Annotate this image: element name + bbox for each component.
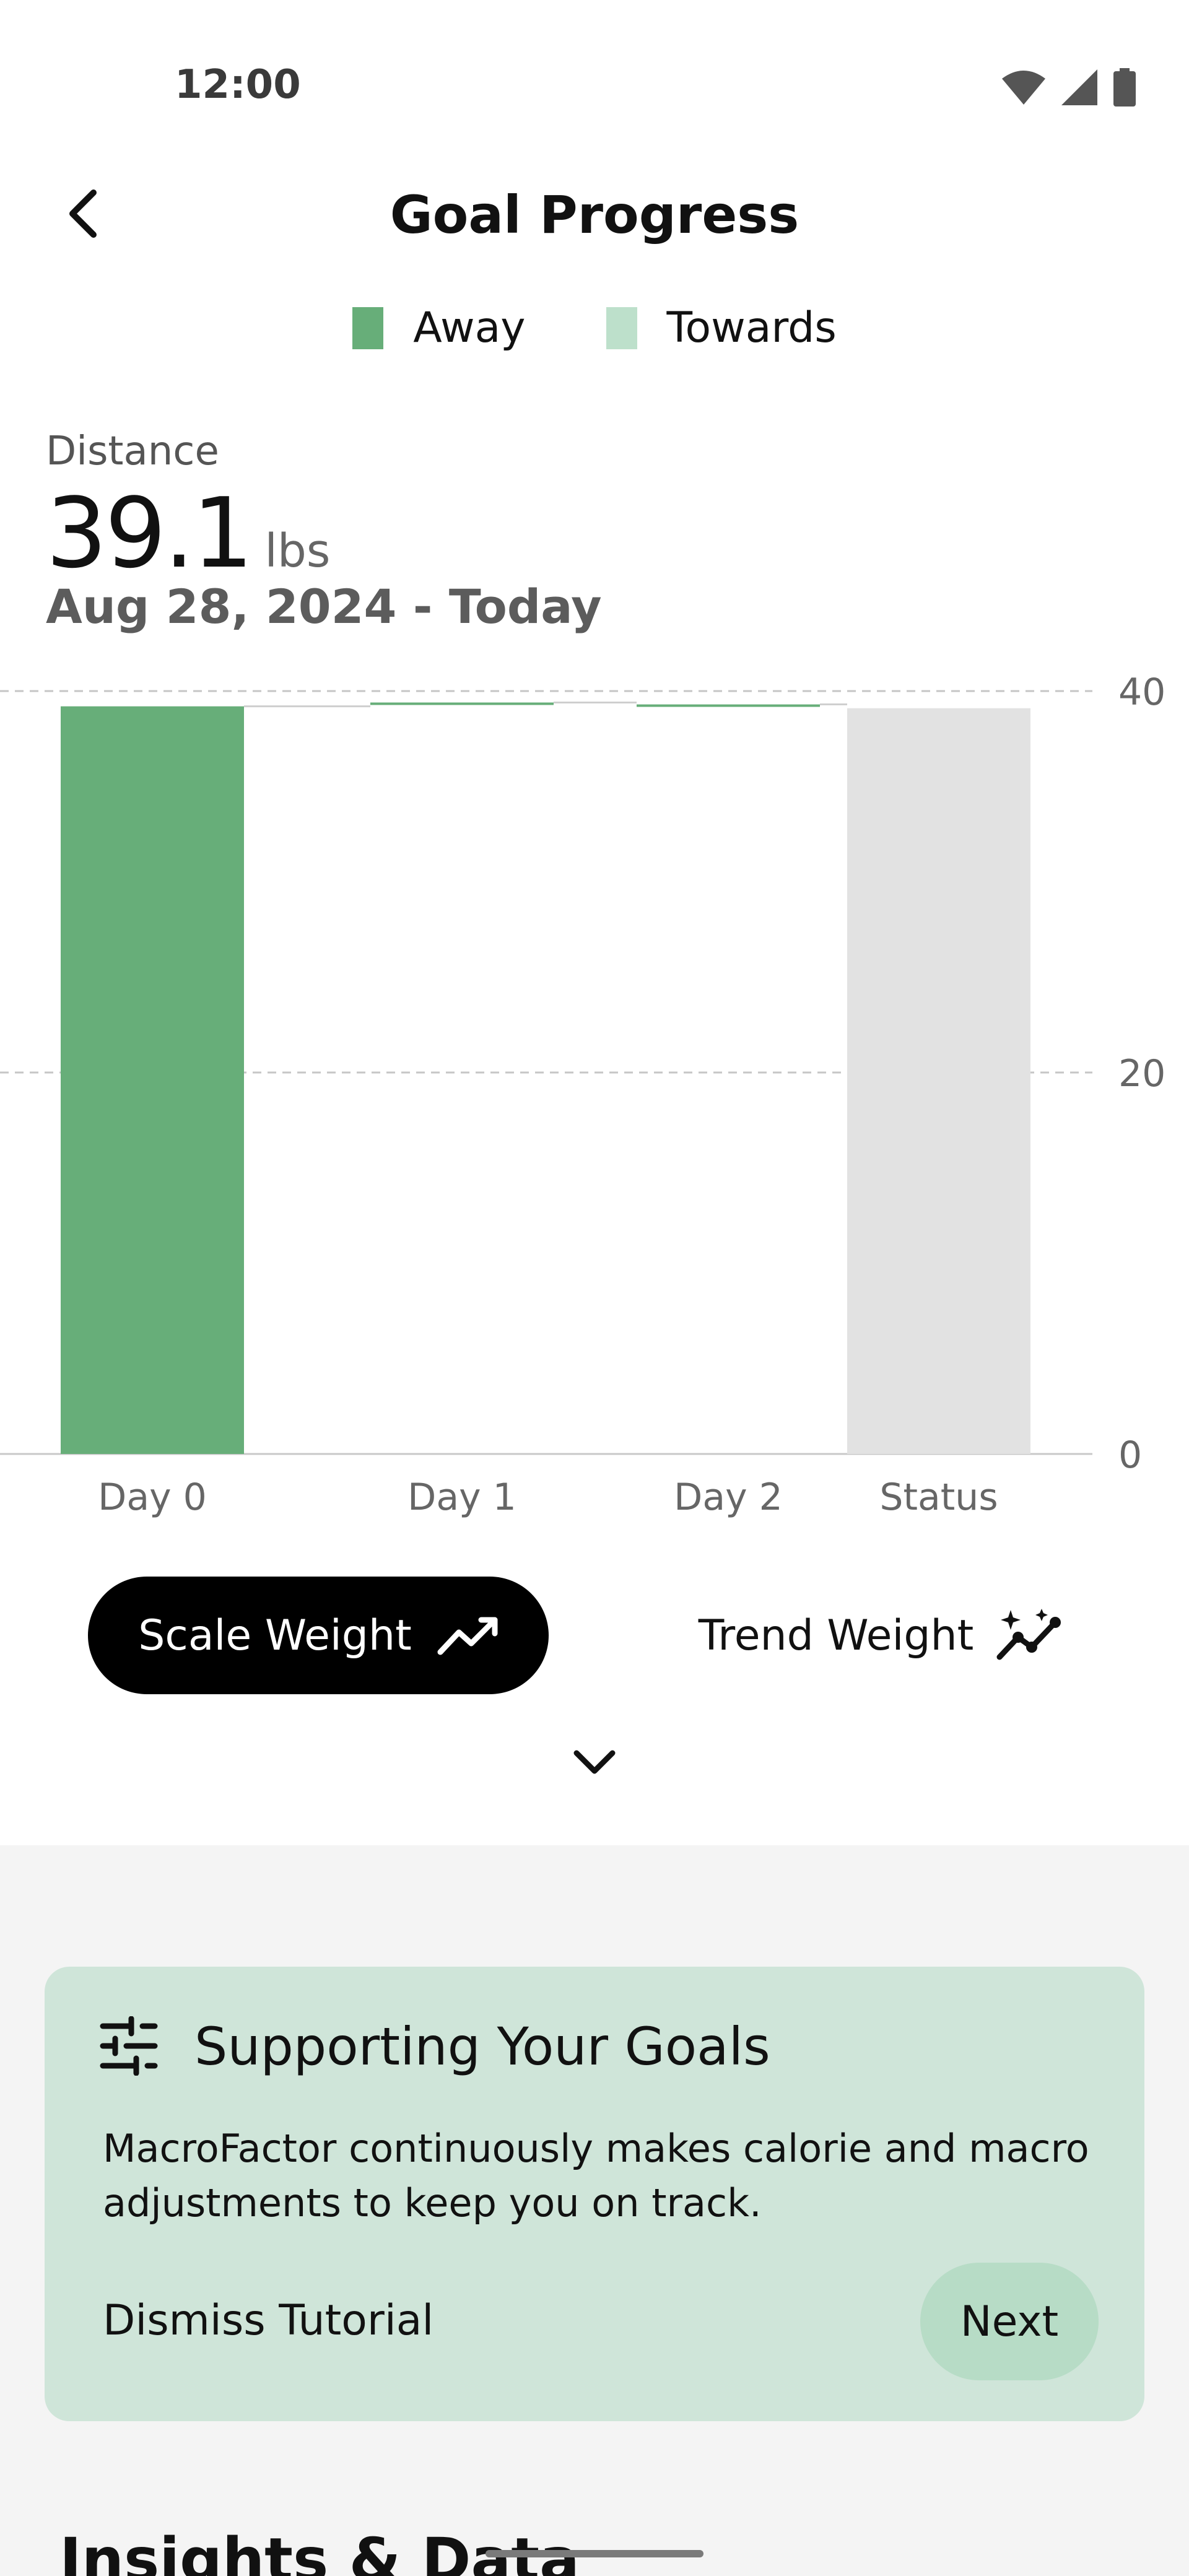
x-tick-label: Day 2 xyxy=(674,1476,783,1519)
legend-swatch-towards xyxy=(606,307,637,349)
tutorial-card: Supporting Your Goals MacroFactor contin… xyxy=(45,1967,1144,2421)
tutorial-title: Supporting Your Goals xyxy=(194,2016,770,2077)
legend-swatch-away xyxy=(352,307,384,349)
battery-icon xyxy=(1113,68,1136,107)
status-bar: 12:00 xyxy=(0,0,1189,124)
bar-day-0 xyxy=(61,706,244,1454)
sparkle-trend-icon xyxy=(996,1609,1061,1660)
bar-status xyxy=(847,708,1030,1454)
next-button[interactable]: Next xyxy=(920,2263,1099,2380)
page-title: Goal Progress xyxy=(390,185,799,245)
sliders-icon xyxy=(100,2016,158,2076)
expand-chart-button[interactable] xyxy=(564,1734,625,1790)
legend-item-away: Away xyxy=(352,303,526,352)
y-tick-label: 20 xyxy=(1118,1052,1165,1095)
x-tick-label: Status xyxy=(879,1476,998,1519)
distance-value: 39.1 xyxy=(46,477,253,590)
date-range: Aug 28, 2024 - Today xyxy=(46,579,602,634)
bar-day-1 xyxy=(370,702,554,705)
x-tick-label: Day 0 xyxy=(98,1476,207,1519)
scale-weight-button[interactable]: Scale Weight xyxy=(88,1577,549,1694)
y-tick-label: 40 xyxy=(1118,671,1165,714)
status-icons xyxy=(1002,68,1136,107)
distance-unit: lbs xyxy=(264,524,331,578)
legend-label-away: Away xyxy=(413,303,526,352)
scale-weight-label: Scale Weight xyxy=(138,1611,412,1660)
wifi-icon xyxy=(1002,71,1045,105)
bar-day-2 xyxy=(637,704,820,707)
home-indicator[interactable] xyxy=(486,2550,703,2557)
x-tick-label: Day 1 xyxy=(407,1476,516,1519)
chevron-down-icon xyxy=(573,1750,616,1774)
chart-legend: Away Towards xyxy=(0,303,1189,352)
legend-label-towards: Towards xyxy=(666,303,837,352)
lower-section: Supporting Your Goals MacroFactor contin… xyxy=(0,1845,1189,2576)
dismiss-tutorial-button[interactable]: Dismiss Tutorial xyxy=(103,2296,433,2345)
distance-label: Distance xyxy=(46,429,219,474)
cell-signal-icon xyxy=(1061,69,1097,105)
status-time: 12:00 xyxy=(175,62,301,108)
goal-progress-chart: 40 20 0 Day 0 Day 1 Day 2 Status xyxy=(0,671,1165,1519)
trend-weight-label: Trend Weight xyxy=(698,1611,974,1660)
distance-row: 39.1 lbs xyxy=(46,477,330,590)
trend-line-icon xyxy=(437,1617,498,1655)
tutorial-body: MacroFactor continuously makes calorie a… xyxy=(103,2126,1089,2226)
legend-item-towards: Towards xyxy=(606,303,837,352)
trend-weight-button[interactable]: Trend Weight xyxy=(677,1577,1086,1694)
y-tick-label: 0 xyxy=(1118,1434,1142,1477)
